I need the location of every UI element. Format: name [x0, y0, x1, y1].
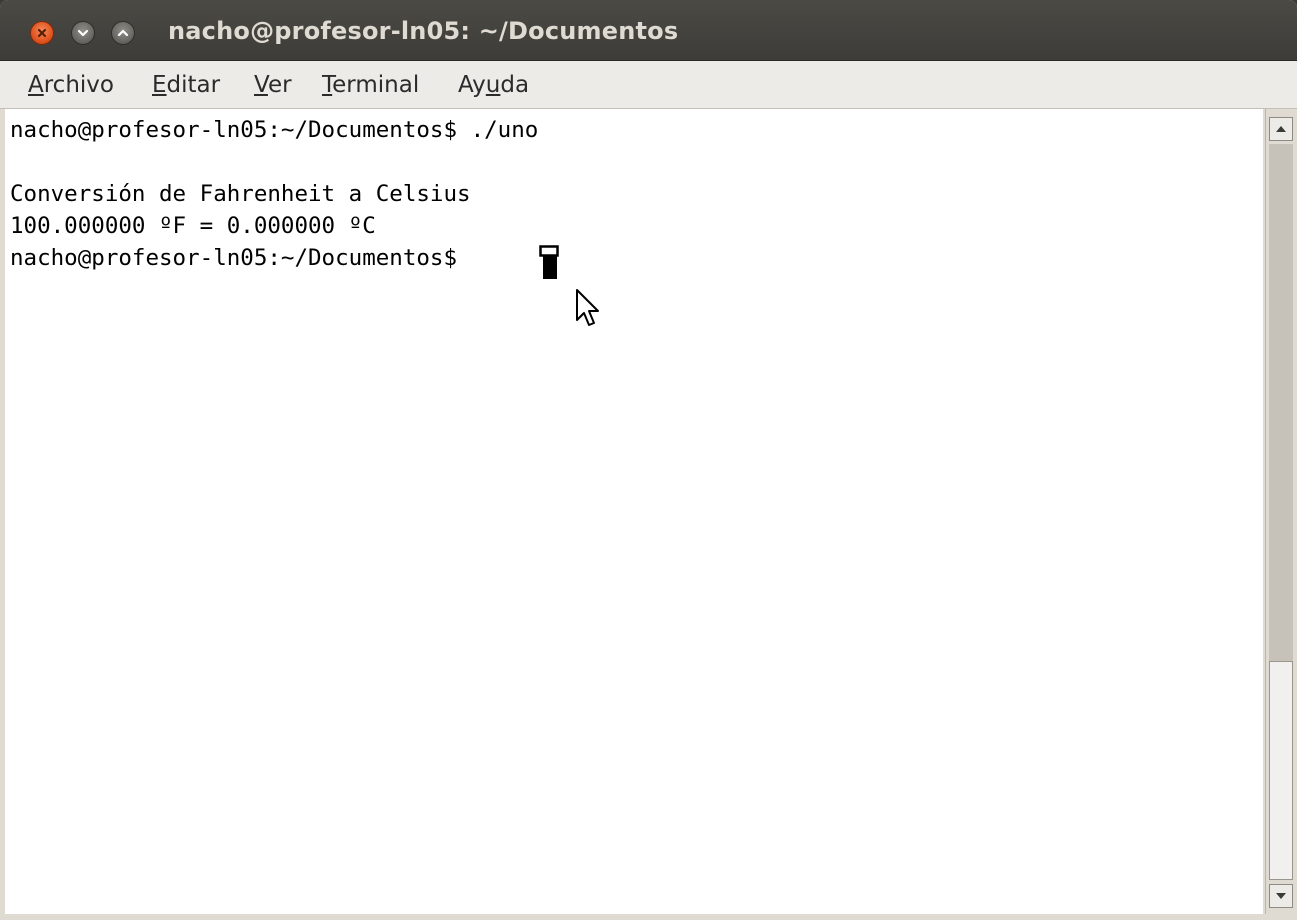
- scroll-up-button[interactable]: [1269, 117, 1293, 141]
- terminal-line: Conversión de Fahrenheit a Celsius: [10, 181, 471, 207]
- menu-ayuda-prefix: Ay: [458, 72, 486, 98]
- minimize-button[interactable]: [71, 21, 95, 45]
- maximize-button[interactable]: [111, 21, 135, 45]
- terminal-line: nacho@profesor-ln05:~/Documentos$ ./uno: [10, 117, 539, 143]
- menu-ayuda-label: da: [500, 72, 530, 98]
- menu-ayuda-mnemonic: u: [485, 72, 501, 98]
- menu-terminal-label: erminal: [332, 72, 420, 98]
- menu-editar-label: ditar: [166, 72, 221, 98]
- minimize-icon: [77, 29, 89, 37]
- menu-bar: Archivo Editar Ver Terminal Ayuda: [0, 61, 1297, 109]
- menu-terminal-mnemonic: T: [322, 72, 333, 98]
- terminal-window: nacho@profesor-ln05: ~/Documentos Archiv…: [0, 0, 1297, 920]
- window-bottom-border: [0, 914, 1297, 920]
- title-bar[interactable]: nacho@profesor-ln05: ~/Documentos: [0, 0, 1297, 61]
- terminal-prompt-line: nacho@profesor-ln05:~/Documentos$: [10, 245, 471, 271]
- menu-ayuda[interactable]: Ayuda: [458, 72, 529, 98]
- menu-archivo-mnemonic: A: [28, 72, 44, 98]
- menu-archivo-label: rchivo: [43, 72, 114, 98]
- window-title: nacho@profesor-ln05: ~/Documentos: [168, 17, 679, 45]
- close-icon: [37, 28, 47, 38]
- arrow-down-icon: [1276, 893, 1286, 899]
- scrollbar-thumb[interactable]: [1269, 661, 1293, 880]
- scroll-down-button[interactable]: [1269, 884, 1293, 908]
- maximize-icon: [117, 29, 129, 37]
- menu-editar[interactable]: Editar: [152, 72, 220, 98]
- terminal-line: 100.000000 ºF = 0.000000 ºC: [10, 213, 376, 239]
- vertical-scrollbar[interactable]: [1265, 109, 1296, 914]
- mouse-pointer-icon: [576, 289, 599, 326]
- close-button[interactable]: [30, 21, 54, 45]
- arrow-up-icon: [1276, 126, 1286, 132]
- text-cursor: [539, 245, 559, 279]
- menu-editar-mnemonic: E: [152, 72, 167, 98]
- menu-archivo[interactable]: Archivo: [28, 72, 114, 98]
- terminal-output[interactable]: nacho@profesor-ln05:~/Documentos$ ./uno …: [5, 109, 1263, 914]
- menu-terminal[interactable]: Terminal: [322, 72, 419, 98]
- menu-ver-label: er: [267, 72, 292, 98]
- menu-ver-mnemonic: V: [254, 72, 268, 98]
- menu-ver[interactable]: Ver: [254, 72, 292, 98]
